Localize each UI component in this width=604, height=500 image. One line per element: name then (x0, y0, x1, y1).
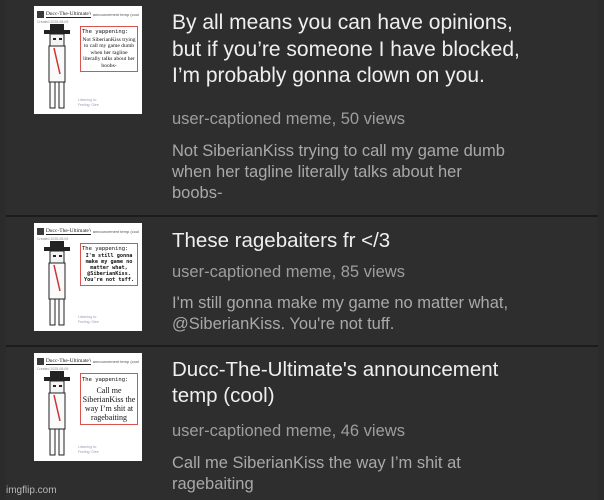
meme-thumbnail[interactable]: Ducc-The-Ultimate's announcement temp (c… (34, 353, 142, 461)
thumb-header-name: Ducc-The-Ultimate's (45, 10, 91, 18)
list-item[interactable]: Ducc-The-Ultimate's announcement temp (c… (6, 0, 598, 215)
imgflip-watermark: imgflip.com (6, 485, 57, 496)
avatar (37, 10, 44, 18)
thumb-footer: Listening to: Feeling: Glee (78, 445, 99, 454)
list-item[interactable]: Ducc-The-Ultimate's announcement temp (c… (6, 217, 598, 345)
speech-bubble: The yappening: I'm still gonna make my g… (80, 243, 138, 286)
meme-title[interactable]: Ducc-The-Ultimate's announcement temp (c… (172, 357, 498, 409)
thumb-header-sub: announcement temp (cool) (92, 228, 139, 234)
meme-description: Call me SiberianKiss the way I’m shit at… (172, 454, 461, 493)
cowboy-figure-icon (44, 24, 70, 109)
meme-thumbnail[interactable]: Ducc-The-Ultimate's announcement temp (c… (34, 223, 142, 331)
thumb-header-name: Ducc-The-Ultimate's (45, 357, 91, 365)
avatar (37, 357, 44, 365)
meme-description: I'm still gonna make my game no matter w… (172, 294, 509, 333)
meme-title[interactable]: These ragebaiters fr </3 (172, 228, 390, 254)
meme-title[interactable]: By all means you can have opinions, but … (172, 10, 520, 90)
meme-thumbnail[interactable]: Ducc-The-Ultimate's announcement temp (c… (34, 6, 142, 114)
cowboy-figure-icon (44, 241, 70, 326)
meme-list: Ducc-The-Ultimate's announcement temp (c… (6, 0, 598, 500)
thumb-footer: Listening to: Feeling: Glee (78, 315, 99, 324)
avatar (37, 227, 44, 235)
thumb-header-sub: announcement temp (cool) (92, 11, 139, 17)
meme-description: Not SiberianKiss trying to call my game … (172, 142, 505, 202)
meme-meta: user-captioned meme, 50 views (172, 110, 405, 128)
thumb-header-name: Ducc-The-Ultimate's (45, 227, 91, 235)
list-item[interactable]: Ducc-The-Ultimate's announcement temp (c… (6, 347, 598, 500)
cowboy-figure-icon (44, 371, 70, 456)
speech-bubble: The yappening: Not SiberianKiss trying t… (80, 26, 138, 72)
thumb-header-sub: announcement temp (cool) (92, 358, 139, 364)
speech-bubble: The yappening: Call me SiberianKiss the … (80, 373, 138, 425)
meme-meta: user-captioned meme, 85 views (172, 263, 405, 281)
meme-meta: user-captioned meme, 46 views (172, 422, 405, 440)
thumb-footer: Listening to: Feeling: Glee (78, 98, 99, 107)
